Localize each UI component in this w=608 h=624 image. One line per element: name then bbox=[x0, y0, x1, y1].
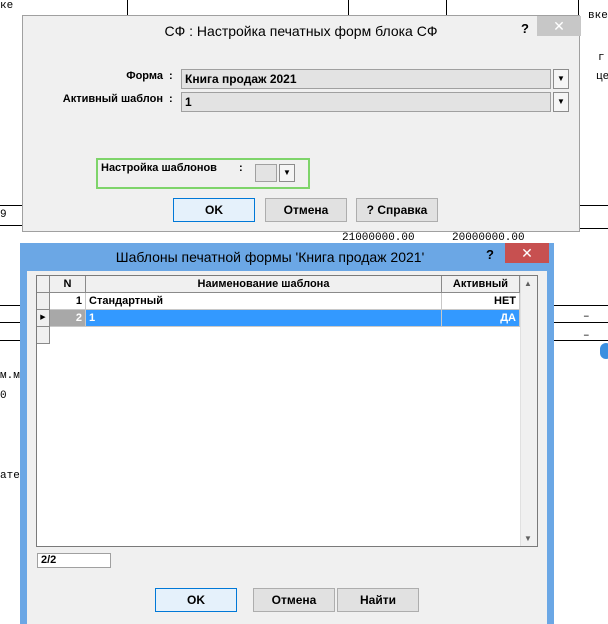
bg-grid-line bbox=[0, 322, 20, 323]
bg-text: 9 bbox=[0, 209, 7, 221]
templates-table[interactable]: N Наименование шаблона Активный 1 Станда… bbox=[36, 275, 538, 547]
form-label: Форма bbox=[126, 70, 163, 82]
chevron-down-icon[interactable]: ▼ bbox=[279, 164, 295, 182]
bg-text: 0 bbox=[0, 390, 7, 402]
table-cell-active[interactable]: НЕТ bbox=[442, 293, 520, 310]
colon: : bbox=[169, 93, 173, 105]
bg-text: це bbox=[596, 71, 608, 83]
bg-text: ате bbox=[0, 470, 20, 482]
settings-dialog-title: СФ : Настройка печатных форм блока СФ bbox=[164, 23, 438, 39]
templates-dialog-title: Шаблоны печатной формы 'Книга продаж 202… bbox=[115, 249, 425, 265]
bg-text: г bbox=[598, 52, 605, 64]
bg-text: вке bbox=[588, 10, 608, 22]
close-icon: ✕ bbox=[553, 18, 565, 34]
settings-dialog-titlebar: СФ : Настройка печатных форм блока СФ ? … bbox=[23, 16, 581, 44]
row-indicator[interactable]: ▶ bbox=[37, 310, 50, 327]
close-icon: ✕ bbox=[521, 245, 533, 261]
table-cell-name[interactable]: 1 bbox=[86, 310, 442, 327]
templates-setup-label: Настройка шаблонов bbox=[101, 162, 217, 174]
scroll-up-icon[interactable]: ▲ bbox=[524, 279, 532, 288]
table-cell-active[interactable]: ДА bbox=[442, 310, 520, 327]
bg-grid-line bbox=[348, 0, 349, 15]
bg-grid-line bbox=[554, 340, 608, 341]
table-cell-n[interactable]: 2 bbox=[50, 310, 86, 327]
help-button[interactable]: ? Справка bbox=[356, 198, 438, 222]
column-header-n[interactable]: N bbox=[50, 276, 86, 293]
column-header-name[interactable]: Наименование шаблона bbox=[86, 276, 442, 293]
templates-dialog-body: N Наименование шаблона Активный 1 Станда… bbox=[27, 271, 547, 624]
close-button[interactable]: ✕ bbox=[537, 16, 581, 36]
chevron-down-icon[interactable]: ▼ bbox=[553, 92, 569, 112]
bg-grid-line bbox=[0, 305, 20, 306]
bg-grid-line bbox=[578, 0, 579, 15]
bg-grid-line bbox=[0, 340, 20, 341]
bg-grid-line bbox=[446, 0, 447, 15]
help-icon[interactable]: ? bbox=[521, 21, 529, 36]
row-indicator[interactable] bbox=[37, 293, 50, 310]
active-template-label: Активный шаблон bbox=[62, 93, 163, 105]
ok-button[interactable]: OK bbox=[155, 588, 237, 612]
bg-grid-line bbox=[554, 322, 608, 323]
active-template-select[interactable]: 1 bbox=[181, 92, 551, 112]
cancel-button[interactable]: Отмена bbox=[265, 198, 347, 222]
bg-grid-line bbox=[580, 228, 608, 229]
bg-text: ке bbox=[0, 0, 14, 12]
find-button[interactable]: Найти bbox=[337, 588, 419, 612]
record-counter: 2/2 bbox=[37, 553, 111, 568]
table-cell-n[interactable]: 1 bbox=[50, 293, 86, 310]
colon: : bbox=[169, 70, 173, 82]
vertical-scrollbar[interactable]: ▲ ▼ bbox=[520, 276, 537, 546]
bg-marker-dot bbox=[600, 343, 608, 359]
column-header-active[interactable]: Активный bbox=[442, 276, 520, 293]
row-indicator-header bbox=[37, 276, 50, 293]
settings-dialog: СФ : Настройка печатных форм блока СФ ? … bbox=[22, 15, 581, 232]
templates-dialog: Шаблоны печатной формы 'Книга продаж 202… bbox=[20, 243, 554, 624]
bg-grid-line bbox=[580, 205, 608, 206]
ok-button[interactable]: OK bbox=[173, 198, 255, 222]
table-cell-name[interactable]: Стандартный bbox=[86, 293, 442, 310]
close-button[interactable]: ✕ bbox=[505, 243, 549, 263]
templates-setup-field[interactable] bbox=[255, 164, 277, 182]
colon: : bbox=[239, 162, 243, 174]
bg-grid-line bbox=[0, 205, 22, 206]
help-icon[interactable]: ? bbox=[486, 247, 494, 262]
current-row-arrow-icon: ▶ bbox=[40, 314, 46, 321]
scroll-down-icon[interactable]: ▼ bbox=[524, 534, 532, 543]
bg-grid-line bbox=[554, 305, 608, 306]
chevron-down-icon[interactable]: ▼ bbox=[553, 69, 569, 89]
bg-grid-line bbox=[0, 225, 22, 226]
row-indicator-empty bbox=[37, 327, 50, 344]
form-select[interactable]: Книга продаж 2021 bbox=[181, 69, 551, 89]
cancel-button[interactable]: Отмена bbox=[253, 588, 335, 612]
bg-grid-line bbox=[127, 0, 128, 15]
